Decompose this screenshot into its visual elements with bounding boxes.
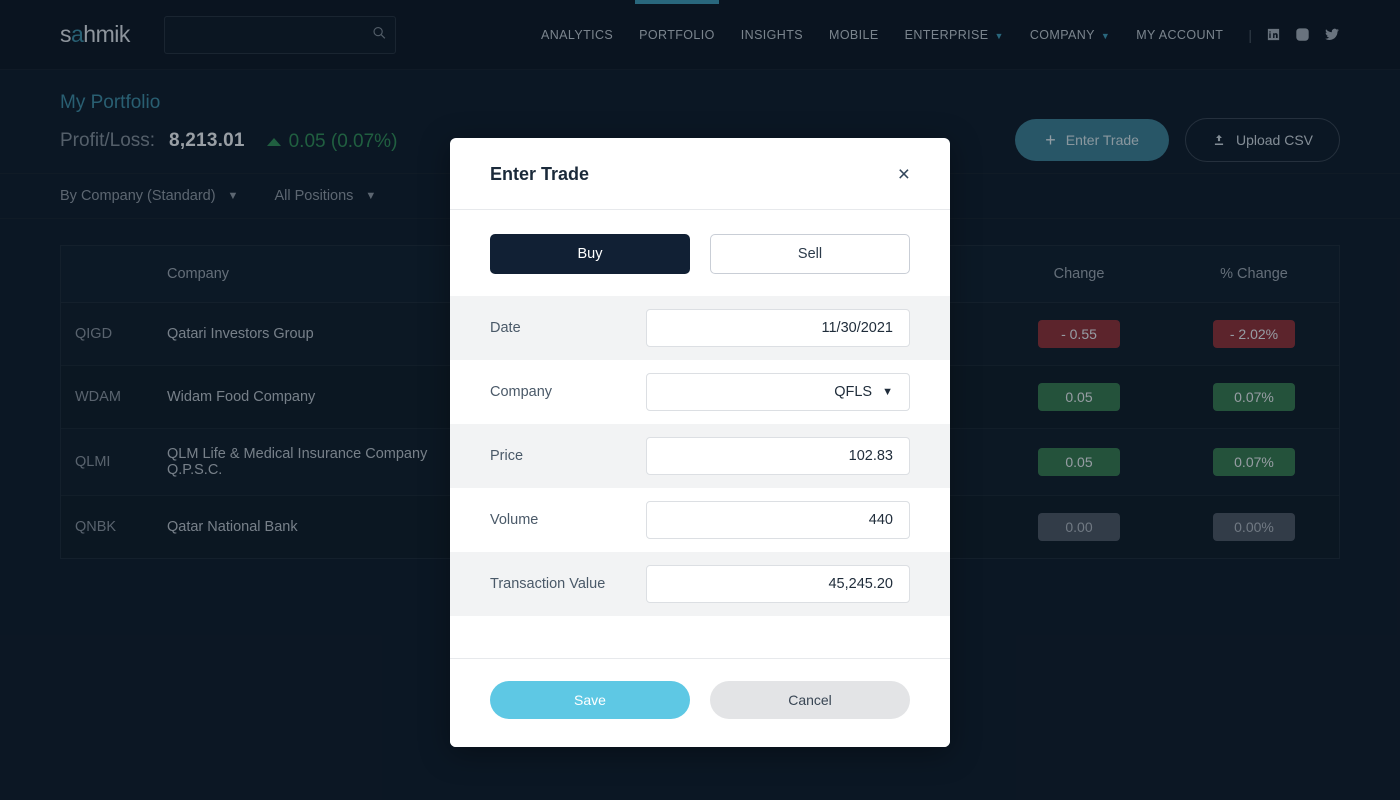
form-row-date: Date 11/30/2021 — [450, 296, 950, 360]
chevron-down-icon: ▼ — [882, 386, 893, 398]
form-row-transaction-value: Transaction Value 45,245.20 — [450, 552, 950, 616]
cancel-button[interactable]: Cancel — [710, 681, 910, 719]
modal-title: Enter Trade — [490, 164, 590, 184]
buy-button[interactable]: Buy — [490, 234, 690, 274]
modal-header: Enter Trade × — [450, 138, 950, 210]
label-transaction-value: Transaction Value — [490, 576, 606, 592]
company-select[interactable]: QFLS ▼ — [646, 373, 910, 411]
close-icon[interactable]: × — [898, 164, 910, 185]
label-volume: Volume — [490, 512, 539, 528]
label-price: Price — [490, 448, 524, 464]
label-date: Date — [490, 320, 521, 336]
form-row-price: Price 102.83 — [450, 424, 950, 488]
sell-button[interactable]: Sell — [710, 234, 910, 274]
modal-spacer — [450, 616, 950, 658]
price-input[interactable]: 102.83 — [646, 437, 910, 475]
trade-form: Date 11/30/2021 Company QFLS ▼ Price 102… — [450, 296, 950, 616]
transaction-value-input[interactable]: 45,245.20 — [646, 565, 910, 603]
form-row-volume: Volume 440 — [450, 488, 950, 552]
trade-side-toggle: Buy Sell — [450, 210, 950, 296]
form-row-company: Company QFLS ▼ — [450, 360, 950, 424]
label-company: Company — [490, 384, 553, 400]
volume-input[interactable]: 440 — [646, 501, 910, 539]
modal-footer: Save Cancel — [450, 658, 950, 747]
save-button[interactable]: Save — [490, 681, 690, 719]
date-input[interactable]: 11/30/2021 — [646, 309, 910, 347]
company-select-value: QFLS — [834, 384, 873, 400]
enter-trade-modal: Enter Trade × Buy Sell Date 11/30/2021 C… — [450, 138, 950, 747]
